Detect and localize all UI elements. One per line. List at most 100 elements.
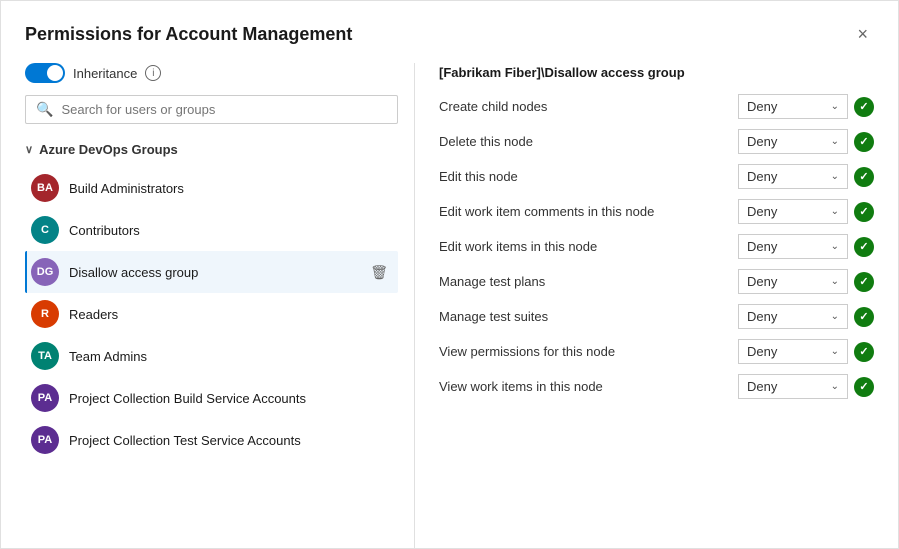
chevron-down-icon: ⌄ bbox=[831, 136, 839, 147]
group-name: Project Collection Test Service Accounts bbox=[69, 433, 392, 448]
permission-label: Edit work item comments in this node bbox=[439, 204, 738, 219]
status-check-icon bbox=[854, 307, 874, 327]
permission-dropdown[interactable]: Deny ⌄ bbox=[738, 374, 848, 399]
group-item[interactable]: TA Team Admins bbox=[25, 335, 398, 377]
search-box: 🔍 bbox=[25, 95, 398, 124]
permission-control: Deny ⌄ bbox=[738, 374, 874, 399]
permission-dropdown[interactable]: Deny ⌄ bbox=[738, 94, 848, 119]
dropdown-value: Deny bbox=[747, 239, 777, 254]
rights-header: [Fabrikam Fiber]\Disallow access group bbox=[439, 63, 874, 80]
delete-icon[interactable]: 🗑 bbox=[366, 262, 392, 283]
permission-control: Deny ⌄ bbox=[738, 304, 874, 329]
chevron-down-icon: ⌄ bbox=[831, 206, 839, 217]
permission-dropdown[interactable]: Deny ⌄ bbox=[738, 129, 848, 154]
permission-row: Edit this node Deny ⌄ bbox=[439, 164, 874, 189]
group-item[interactable]: PA Project Collection Build Service Accou… bbox=[25, 377, 398, 419]
dropdown-value: Deny bbox=[747, 344, 777, 359]
groups-list: BA Build Administrators C Contributors DGDis… bbox=[25, 167, 398, 461]
chevron-down-icon: ⌄ bbox=[831, 276, 839, 287]
permission-row: View permissions for this nodeDeny⌄ bbox=[439, 339, 874, 364]
avatar: R bbox=[31, 300, 59, 328]
permission-dropdown[interactable]: Deny⌄ bbox=[738, 339, 848, 364]
chevron-down-icon: ⌄ bbox=[831, 381, 839, 392]
status-check-icon bbox=[854, 237, 874, 257]
permission-label: Edit work items in this node bbox=[439, 239, 738, 254]
chevron-down-icon: ⌄ bbox=[831, 171, 839, 182]
group-name: Project Collection Build Service Account… bbox=[69, 391, 392, 406]
chevron-down-icon: ⌄ bbox=[831, 241, 839, 252]
group-item[interactable]: DGDisallow access group🗑 bbox=[25, 251, 398, 293]
permission-row: Manage test suitesDeny⌄ bbox=[439, 304, 874, 329]
chevron-down-icon: ⌄ bbox=[831, 101, 839, 112]
permission-control: Deny ⌄ bbox=[738, 234, 874, 259]
permission-control: Deny ⌄ bbox=[738, 199, 874, 224]
permission-control: Deny ⌄ bbox=[738, 94, 874, 119]
permission-row: View work items in this node Deny ⌄ bbox=[439, 374, 874, 399]
permission-label: View permissions for this node bbox=[439, 344, 738, 359]
dialog-header: Permissions for Account Management × bbox=[25, 21, 874, 47]
group-name: Build Administrators bbox=[69, 181, 392, 196]
permission-label: Edit this node bbox=[439, 169, 738, 184]
permission-dropdown[interactable]: Deny ⌄ bbox=[738, 269, 848, 294]
chevron-icon: ∨ bbox=[25, 143, 33, 156]
group-name: Contributors bbox=[69, 223, 392, 238]
dropdown-value: Deny bbox=[747, 134, 777, 149]
permission-label: Delete this node bbox=[439, 134, 738, 149]
permission-dropdown[interactable]: Deny ⌄ bbox=[738, 199, 848, 224]
groups-section-label: Azure DevOps Groups bbox=[39, 142, 178, 157]
close-button[interactable]: × bbox=[851, 21, 874, 47]
permission-label: Create child nodes bbox=[439, 99, 738, 114]
status-check-icon bbox=[854, 202, 874, 222]
permissions-dialog: Permissions for Account Management × Inh… bbox=[0, 0, 899, 549]
group-item[interactable]: R Readers bbox=[25, 293, 398, 335]
avatar: C bbox=[31, 216, 59, 244]
permissions-list: Create child nodes Deny ⌄ Delete this node D… bbox=[439, 94, 874, 409]
permission-row: Edit work item comments in this nodeDeny… bbox=[439, 199, 874, 224]
dropdown-value: Deny bbox=[747, 379, 777, 394]
dropdown-value: Deny bbox=[747, 204, 777, 219]
search-icon: 🔍 bbox=[36, 101, 53, 118]
dialog-title: Permissions for Account Management bbox=[25, 24, 352, 45]
avatar: BA bbox=[31, 174, 59, 202]
permission-control: Deny ⌄ bbox=[738, 269, 874, 294]
permission-row: Delete this node Deny ⌄ bbox=[439, 129, 874, 154]
group-item[interactable]: C Contributors bbox=[25, 209, 398, 251]
avatar: PA bbox=[31, 384, 59, 412]
permission-row: Manage test plans Deny ⌄ bbox=[439, 269, 874, 294]
dropdown-value: Deny bbox=[747, 309, 777, 324]
permission-dropdown[interactable]: Deny ⌄ bbox=[738, 234, 848, 259]
status-check-icon bbox=[854, 97, 874, 117]
group-item[interactable]: PA Project Collection Test Service Accoun… bbox=[25, 419, 398, 461]
group-name: Team Admins bbox=[69, 349, 392, 364]
status-check-icon bbox=[854, 272, 874, 292]
info-icon[interactable]: i bbox=[145, 65, 161, 81]
inheritance-label: Inheritance bbox=[73, 66, 137, 81]
groups-header: ∨ Azure DevOps Groups bbox=[25, 136, 398, 163]
dropdown-value: Deny bbox=[747, 169, 777, 184]
group-item[interactable]: BA Build Administrators bbox=[25, 167, 398, 209]
search-input[interactable] bbox=[61, 102, 387, 117]
dropdown-value: Deny bbox=[747, 99, 777, 114]
status-check-icon bbox=[854, 132, 874, 152]
permission-control: Deny ⌄ bbox=[738, 129, 874, 154]
status-check-icon bbox=[854, 377, 874, 397]
permission-control: Deny ⌄ bbox=[738, 164, 874, 189]
inheritance-row: Inheritance i bbox=[25, 63, 398, 83]
avatar: TA bbox=[31, 342, 59, 370]
avatar: PA bbox=[31, 426, 59, 454]
avatar: DG bbox=[31, 258, 59, 286]
group-name: Readers bbox=[69, 307, 392, 322]
permission-dropdown[interactable]: Deny ⌄ bbox=[738, 164, 848, 189]
inheritance-toggle[interactable] bbox=[25, 63, 65, 83]
right-panel: [Fabrikam Fiber]\Disallow access group C… bbox=[415, 63, 874, 548]
status-check-icon bbox=[854, 342, 874, 362]
permission-control: Deny⌄ bbox=[738, 339, 874, 364]
chevron-down-icon: ⌄ bbox=[831, 311, 839, 322]
status-check-icon bbox=[854, 167, 874, 187]
permission-dropdown[interactable]: Deny ⌄ bbox=[738, 304, 848, 329]
dropdown-value: Deny bbox=[747, 274, 777, 289]
groups-section: ∨ Azure DevOps Groups BA Build Administra… bbox=[25, 136, 398, 548]
left-panel: Inheritance i 🔍 ∨ Azure DevOps Groups BA… bbox=[25, 63, 415, 548]
permission-label: Manage test plans bbox=[439, 274, 738, 289]
permission-label: View work items in this node bbox=[439, 379, 738, 394]
